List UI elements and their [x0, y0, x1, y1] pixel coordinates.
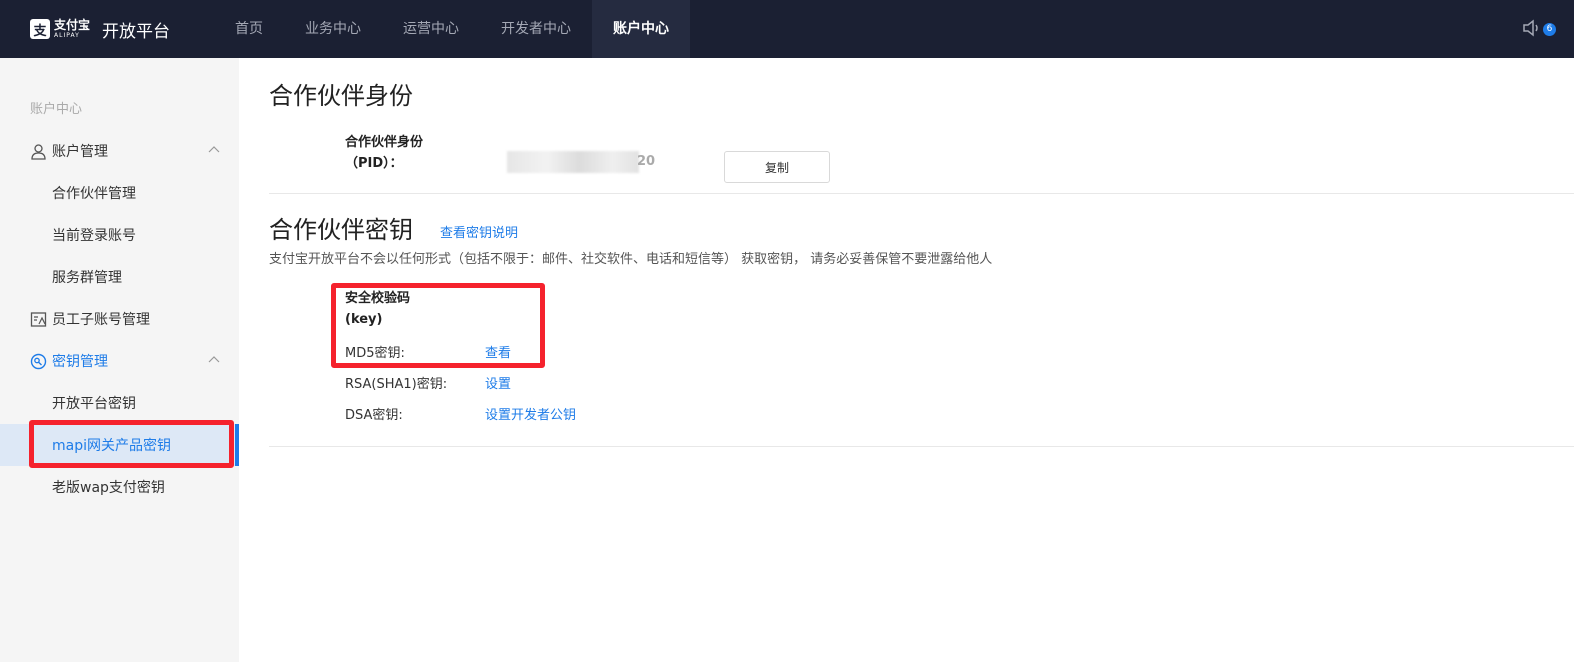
sidebar-item-label: 账户管理: [52, 144, 108, 160]
sidebar-item-partner-management[interactable]: 合作伙伴管理: [0, 172, 239, 214]
key-help-link[interactable]: 查看密钥说明: [440, 222, 518, 241]
nav-account-center[interactable]: 账户中心: [592, 0, 690, 58]
sidebar-item-label: 老版wap支付密钥: [52, 480, 165, 496]
speaker-icon[interactable]: [1522, 18, 1544, 38]
sidebar-item-open-platform-key[interactable]: 开放平台密钥: [0, 382, 239, 424]
pid-label-line1: 合作伙伴身份: [345, 135, 424, 150]
sidebar-item-label: 服务群管理: [52, 270, 122, 286]
sidebar-section-title: 账户中心: [30, 102, 83, 117]
copy-button[interactable]: 复制: [724, 151, 830, 183]
user-icon: [31, 143, 46, 160]
alipay-logo[interactable]: 支 支付宝 ALIPAY 开放平台: [30, 16, 170, 42]
sidebar-item-label: 当前登录账号: [52, 228, 136, 244]
dsa-key-label: DSA密钥:: [345, 408, 403, 423]
section-divider: [269, 193, 1574, 194]
main-nav: 首页 业务中心 运营中心 开发者中心 账户中心: [214, 0, 690, 58]
highlight-box-sidebar: [29, 420, 234, 468]
sidebar-item-service-group[interactable]: 服务群管理: [0, 256, 239, 298]
pid-value-masked: [507, 151, 639, 173]
pid-value-tail: 20: [637, 154, 656, 169]
notification-badge: 6: [1543, 22, 1556, 36]
chevron-up-icon[interactable]: [207, 143, 221, 157]
sidebar-item-current-login[interactable]: 当前登录账号: [0, 214, 239, 256]
partner-key-title: 合作伙伴密钥: [269, 216, 413, 244]
logo-en: ALIPAY: [54, 32, 80, 39]
sidebar-item-staff-accounts[interactable]: 员工子账号管理: [0, 298, 239, 340]
notification-area[interactable]: 6: [1522, 18, 1556, 38]
rsa-set-link[interactable]: 设置: [485, 373, 511, 392]
top-navigation-bar: 支 支付宝 ALIPAY 开放平台 首页 业务中心 运营中心 开发者中心 账户中…: [0, 0, 1574, 58]
nav-operation-center[interactable]: 运营中心: [382, 0, 480, 58]
pid-label: 合作伙伴身份 （PID）：: [345, 132, 423, 174]
logo-cn: 支付宝: [54, 18, 91, 32]
partner-identity-title: 合作伙伴身份: [269, 82, 413, 110]
dsa-set-public-key-link[interactable]: 设置开发者公钥: [485, 404, 576, 423]
logo-text: 支付宝 ALIPAY: [54, 19, 90, 39]
sidebar-item-label: 合作伙伴管理: [52, 186, 136, 202]
sidebar-item-legacy-wap-key[interactable]: 老版wap支付密钥: [0, 466, 239, 508]
security-notice: 支付宝开放平台不会以任何形式（包括不限于：邮件、社交软件、电话和短信等） 获取密…: [269, 252, 993, 267]
pid-label-line2: （PID）：: [345, 156, 403, 171]
nav-business-center[interactable]: 业务中心: [284, 0, 382, 58]
staff-icon: [30, 311, 47, 327]
nav-developer-center[interactable]: 开发者中心: [480, 0, 592, 58]
highlight-box-md5: [331, 283, 545, 368]
sidebar-item-label: 开放平台密钥: [52, 396, 136, 412]
sidebar: 账户中心 账户管理 合作伙伴管理 当前登录账号 服务群管理 员工子账号管理 密钥…: [0, 58, 239, 662]
sidebar-item-label: 员工子账号管理: [52, 312, 150, 328]
nav-home[interactable]: 首页: [214, 0, 284, 58]
alipay-logo-icon: 支: [30, 19, 50, 39]
platform-title: 开放平台: [102, 21, 171, 42]
section-divider: [269, 446, 1574, 447]
sidebar-item-account-management[interactable]: 账户管理: [0, 130, 239, 172]
sidebar-item-key-management[interactable]: 密钥管理: [0, 340, 239, 382]
chevron-up-icon[interactable]: [207, 353, 221, 367]
rsa-key-label: RSA(SHA1)密钥:: [345, 377, 448, 392]
key-icon: [30, 353, 47, 369]
sidebar-item-label: 密钥管理: [52, 354, 108, 370]
